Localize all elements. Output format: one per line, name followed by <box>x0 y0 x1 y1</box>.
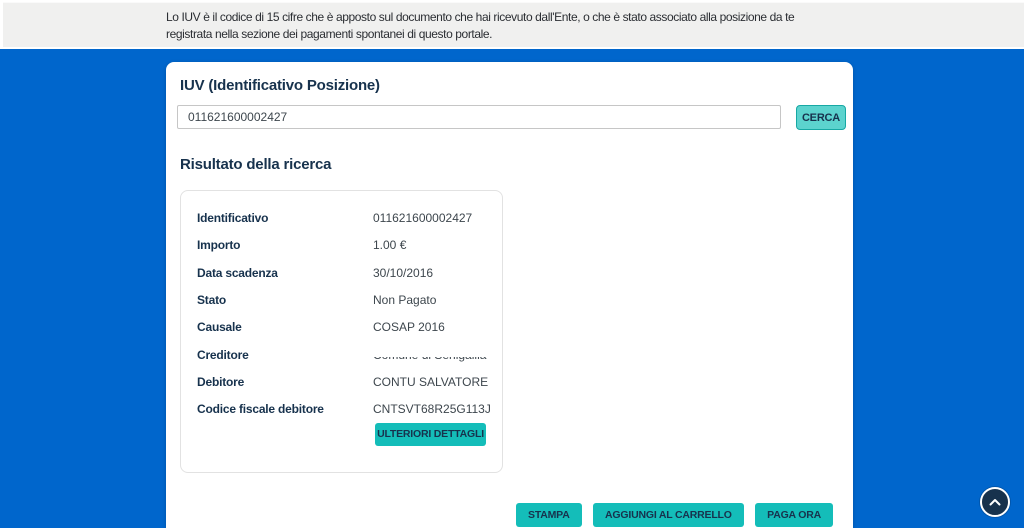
result-row-codice-fiscale: Codice fiscale debitore CNTSVT68R25G113J <box>197 402 486 420</box>
result-row-causale: Causale COSAP 2016 <box>197 320 486 338</box>
add-to-cart-button[interactable]: AGGIUNGI AL CARRELLO <box>593 503 744 527</box>
print-button[interactable]: STAMPA <box>516 503 582 527</box>
iuv-search-input[interactable] <box>177 105 781 129</box>
row-value: Non Pagato <box>373 293 436 307</box>
row-value: 011621600002427 <box>373 211 472 225</box>
scroll-to-top-button[interactable] <box>980 487 1010 517</box>
result-row-importo: Importo 1.00 € <box>197 238 486 256</box>
row-value: CNTSVT68R25G113J <box>373 402 491 416</box>
result-row-data-scadenza: Data scadenza 30/10/2016 <box>197 266 486 284</box>
result-detail-box: Identificativo 011621600002427 Importo 1… <box>180 190 503 473</box>
row-label: Causale <box>197 320 242 334</box>
result-row-stato: Stato Non Pagato <box>197 293 486 311</box>
row-label: Stato <box>197 293 226 307</box>
row-value: 1.00 € <box>373 238 406 252</box>
iuv-info-text: Lo IUV è il codice di 15 cifre che è app… <box>166 9 794 43</box>
iuv-search-card: IUV (Identificativo Posizione) CERCA Ris… <box>166 62 853 528</box>
row-label: Creditore <box>197 348 249 362</box>
row-label: Debitore <box>197 375 244 389</box>
card-title: IUV (Identificativo Posizione) <box>180 77 380 94</box>
row-label: Data scadenza <box>197 266 278 280</box>
row-label: Identificativo <box>197 211 268 225</box>
further-details-button[interactable]: ULTERIORI DETTAGLI <box>375 423 486 446</box>
row-label: Importo <box>197 238 240 252</box>
info-banner: Lo IUV è il codice di 15 cifre che è app… <box>3 2 1024 47</box>
search-button[interactable]: CERCA <box>796 105 846 130</box>
result-row-identificativo: Identificativo 011621600002427 <box>197 211 486 229</box>
result-row-creditore: Creditore Comune di Senigallia <box>197 348 486 366</box>
result-section-title: Risultato della ricerca <box>180 156 331 173</box>
row-label: Codice fiscale debitore <box>197 402 324 416</box>
row-value: 30/10/2016 <box>373 266 433 280</box>
chevron-up-icon <box>989 498 1001 506</box>
row-value-redacted: Comune di Senigallia <box>373 348 486 362</box>
pay-now-button[interactable]: PAGA ORA <box>755 503 833 527</box>
iuv-info-line-1: Lo IUV è il codice di 15 cifre che è app… <box>166 9 794 26</box>
row-value: CONTU SALVATORE <box>373 375 488 389</box>
row-value: COSAP 2016 <box>373 320 445 334</box>
result-row-debitore: Debitore CONTU SALVATORE <box>197 375 486 393</box>
action-buttons: STAMPA AGGIUNGI AL CARRELLO PAGA ORA <box>509 503 833 527</box>
page: Lo IUV è il codice di 15 cifre che è app… <box>0 0 1024 528</box>
iuv-info-line-2: registrata nella sezione dei pagamenti s… <box>166 26 794 43</box>
